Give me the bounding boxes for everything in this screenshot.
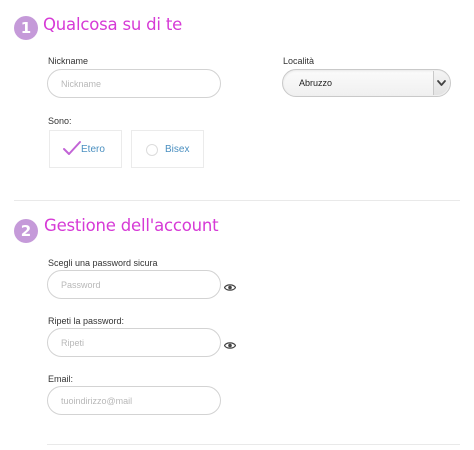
eye-icon[interactable] xyxy=(223,279,237,297)
chevron-down-icon[interactable] xyxy=(433,71,449,95)
email-input[interactable] xyxy=(47,386,221,415)
password-input[interactable] xyxy=(47,270,221,299)
orientation-option-etero[interactable]: Etero xyxy=(49,130,122,168)
step-2-badge: 2 xyxy=(14,219,38,243)
section-2-title: Gestione dell'account xyxy=(44,216,219,235)
location-selected-value: Abruzzo xyxy=(299,78,333,88)
nickname-input[interactable] xyxy=(47,69,221,98)
password-label: Scegli una password sicura xyxy=(48,258,158,268)
location-label: Località xyxy=(283,56,315,66)
nickname-label: Nickname xyxy=(48,56,89,66)
location-select[interactable]: Abruzzo xyxy=(282,69,451,97)
option-etero-label: Etero xyxy=(81,144,105,155)
section-1-title: Qualcosa su di te xyxy=(43,15,183,34)
section-divider xyxy=(14,200,460,201)
checkmark-icon xyxy=(62,140,82,161)
option-bisex-label: Bisex xyxy=(165,144,190,155)
email-label: Email: xyxy=(48,374,74,384)
section-divider xyxy=(47,444,460,445)
orientation-option-bisex[interactable]: Bisex xyxy=(131,130,204,168)
orientation-label: Sono: xyxy=(48,116,72,126)
password-repeat-input[interactable] xyxy=(47,328,221,357)
eye-icon[interactable] xyxy=(223,337,237,355)
radio-circle-icon xyxy=(146,144,158,156)
step-1-badge: 1 xyxy=(14,16,38,40)
registration-form: 1 Qualcosa su di te Nickname Località Ab… xyxy=(0,0,474,450)
password-repeat-label: Ripeti la password: xyxy=(48,316,125,326)
